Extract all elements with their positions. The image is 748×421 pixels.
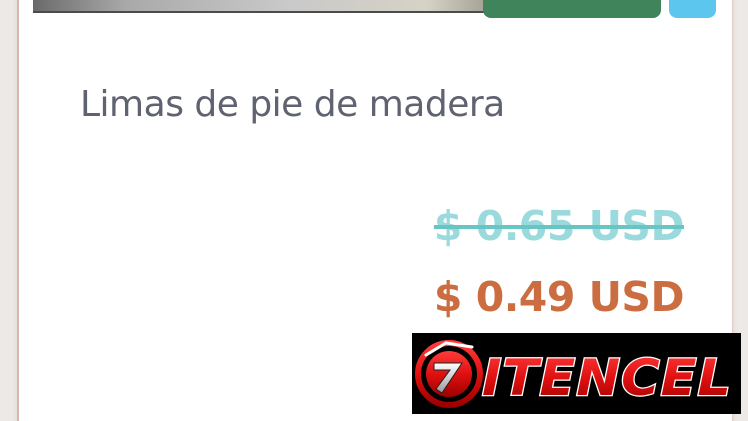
old-price: $ 0.65 USD xyxy=(433,202,685,250)
itencel-watermark: ITENCEL xyxy=(412,333,741,414)
product-image[interactable] xyxy=(33,0,496,13)
product-title[interactable]: Limas de pie de madera xyxy=(80,84,505,125)
wishlist-button[interactable] xyxy=(669,0,716,18)
itencel-logo: ITENCEL xyxy=(415,340,732,408)
itencel-logo-text: ITENCEL xyxy=(482,349,732,407)
sale-price: $ 0.49 USD xyxy=(433,273,685,321)
add-to-cart-button[interactable] xyxy=(483,0,661,18)
itencel-logo-icon xyxy=(415,340,483,408)
